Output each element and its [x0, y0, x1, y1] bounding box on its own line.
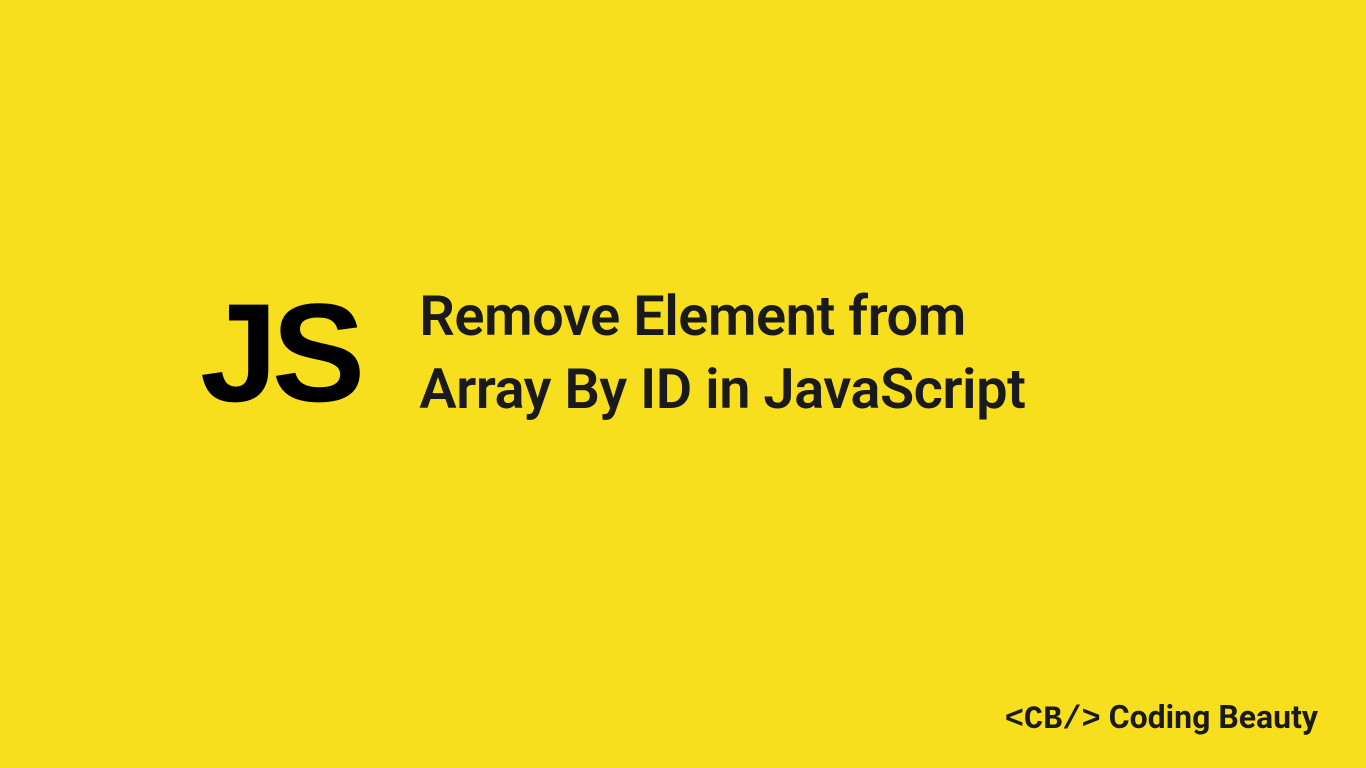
title-line-2: Array By ID in JavaScript: [419, 353, 1025, 426]
brand-name: Coding Beauty: [1109, 698, 1318, 736]
js-badge: JS: [200, 283, 359, 423]
brand-tag: <CB/>: [1005, 701, 1101, 738]
content-row: JS Remove Element from Array By ID in Ja…: [0, 280, 1366, 426]
title-line-1: Remove Element from: [419, 280, 1025, 353]
article-title: Remove Element from Array By ID in JavaS…: [419, 280, 1025, 426]
footer-brand: <CB/> Coding Beauty: [1005, 698, 1318, 738]
